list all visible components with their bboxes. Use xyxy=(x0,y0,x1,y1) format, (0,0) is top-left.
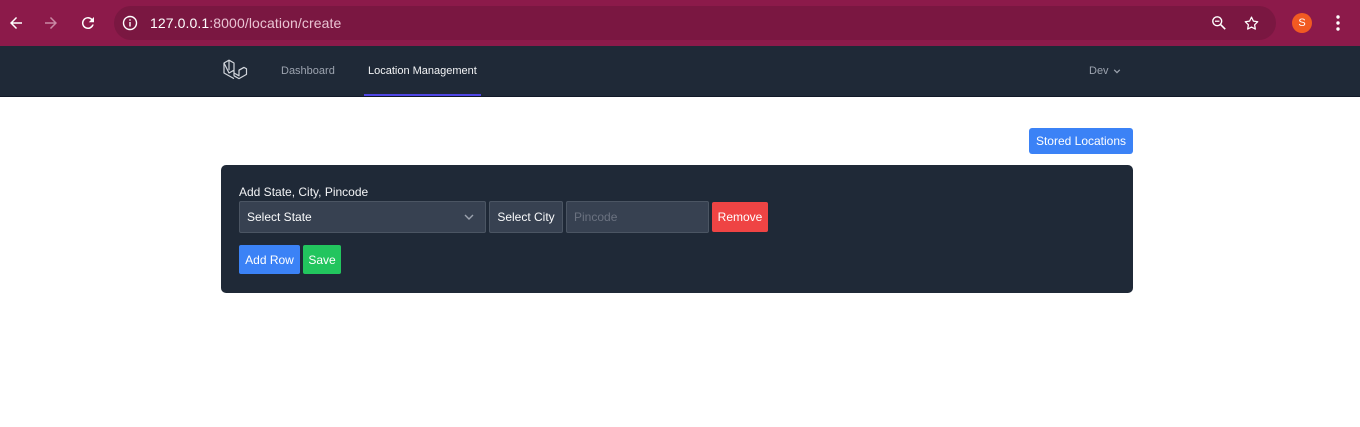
zoom-icon[interactable] xyxy=(1210,14,1228,32)
city-select[interactable]: Select City xyxy=(489,201,563,233)
kebab-menu-icon[interactable] xyxy=(1328,12,1348,34)
pincode-input[interactable] xyxy=(566,201,709,233)
stored-locations-button[interactable]: Stored Locations xyxy=(1029,128,1133,154)
url-host: 127.0.0.1 xyxy=(150,15,210,31)
laravel-logo-icon[interactable] xyxy=(222,58,248,84)
state-select-value: Select State xyxy=(247,210,312,224)
app-navbar: Dashboard Location Management Dev xyxy=(0,46,1360,97)
url-path: :8000/location/create xyxy=(209,15,342,31)
user-dropdown[interactable]: Dev xyxy=(1089,46,1121,96)
arrow-right-icon xyxy=(45,17,57,29)
reload-button[interactable] xyxy=(70,5,106,41)
nav-link-location-management[interactable]: Location Management xyxy=(364,46,481,96)
info-icon[interactable] xyxy=(122,15,138,31)
arrow-left-icon xyxy=(10,17,22,29)
address-bar[interactable]: 127.0.0.1:8000/location/create xyxy=(114,6,1276,40)
star-icon[interactable] xyxy=(1242,14,1260,32)
reload-icon xyxy=(81,17,94,30)
nav-link-dashboard[interactable]: Dashboard xyxy=(281,46,335,96)
remove-button[interactable]: Remove xyxy=(712,202,768,232)
browser-toolbar: 127.0.0.1:8000/location/create S xyxy=(0,0,1360,46)
add-row-button[interactable]: Add Row xyxy=(239,245,300,274)
user-name: Dev xyxy=(1089,65,1109,77)
forward-button[interactable] xyxy=(33,5,69,41)
location-form-panel: Add State, City, Pincode Select State Se… xyxy=(221,165,1133,293)
state-select[interactable]: Select State xyxy=(239,201,486,233)
city-select-value: Select City xyxy=(497,210,555,224)
chevron-down-icon xyxy=(464,214,474,220)
chevron-down-icon xyxy=(1113,69,1120,74)
form-heading: Add State, City, Pincode xyxy=(239,185,369,199)
profile-avatar[interactable]: S xyxy=(1292,13,1312,33)
url-text[interactable]: 127.0.0.1:8000/location/create xyxy=(150,15,341,31)
save-button[interactable]: Save xyxy=(303,245,341,274)
back-button[interactable] xyxy=(0,5,34,41)
